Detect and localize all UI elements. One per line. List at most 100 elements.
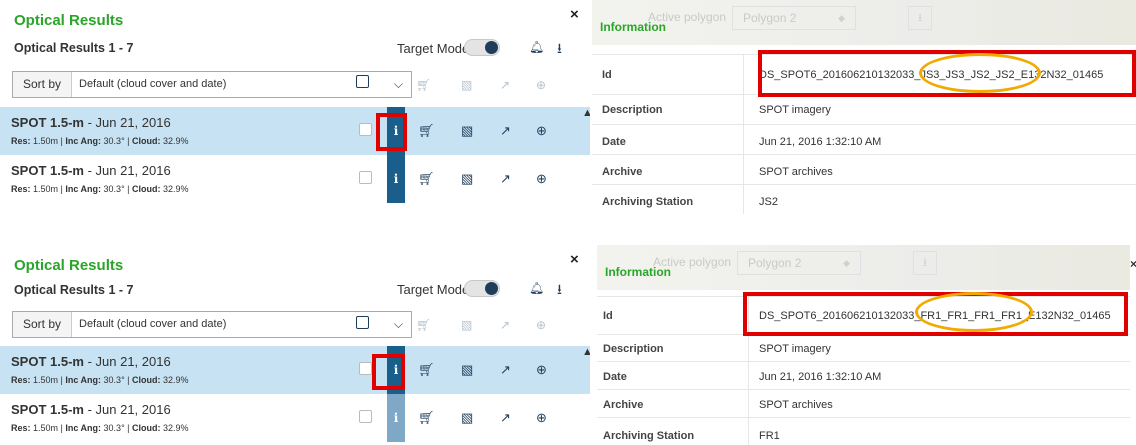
result-title: SPOT 1.5-m - Jun 21, 2016 (11, 163, 171, 178)
pin-icon[interactable]: ↗ (500, 410, 511, 426)
export-icon[interactable]: ⭳ (557, 279, 562, 303)
result-title: SPOT 1.5-m - Jun 21, 2016 (11, 115, 171, 130)
result-meta: Res: 1.50m | Inc Ang: 30.3° | Cloud: 32.… (11, 423, 189, 433)
image-icon[interactable]: ▧ (461, 123, 473, 139)
info-icon[interactable]: i (387, 155, 405, 203)
result-row[interactable]: SPOT 1.5-m - Jun 21, 2016 Res: 1.50m | I… (0, 155, 590, 203)
select-all-checkbox[interactable] (356, 316, 369, 329)
info-key: Description (603, 343, 664, 355)
target-mode-toggle[interactable] (464, 39, 500, 56)
info-value: JS2 (759, 196, 778, 208)
highlight-box (376, 113, 407, 151)
row-checkbox[interactable] (359, 410, 372, 423)
highlight-box (372, 354, 405, 390)
info-value: SPOT imagery (759, 104, 831, 116)
information-panel: Active polygon Polygon 2 ◆ ⭳ Information … (592, 0, 1136, 214)
close-icon[interactable]: × (570, 6, 579, 23)
close-icon[interactable]: × (1130, 257, 1136, 271)
target-mode-toggle[interactable] (464, 280, 500, 297)
info-value: SPOT archives (759, 399, 833, 411)
image-icon[interactable]: ▧ (461, 171, 473, 187)
pin-icon[interactable]: ↗ (500, 78, 510, 92)
target-icon[interactable]: ⊕ (536, 318, 546, 332)
toggle-knob (485, 41, 498, 54)
image-icon[interactable]: ▧ (461, 362, 473, 378)
result-row[interactable]: SPOT 1.5-m - Jun 21, 2016 Res: 1.50m | I… (0, 107, 590, 155)
sort-label: Sort by (13, 312, 72, 337)
target-icon[interactable]: ⊕ (536, 78, 546, 92)
info-icon[interactable]: i (387, 394, 405, 442)
image-icon[interactable]: ▧ (461, 410, 473, 426)
result-title: SPOT 1.5-m - Jun 21, 2016 (11, 354, 171, 369)
cart-icon[interactable]: 🛒︎ (416, 78, 431, 92)
info-value: FR1 (759, 430, 780, 442)
toggle-knob (485, 282, 498, 295)
screenshot-bottom: Optical Results × Optical Results 1 - 7 … (0, 245, 1136, 445)
info-row-description: Description SPOT imagery (597, 334, 1130, 362)
target-icon[interactable]: ⊕ (536, 410, 547, 426)
export-icon[interactable]: ⭳ (913, 251, 937, 275)
result-meta: Res: 1.50m | Inc Ang: 30.3° | Cloud: 32.… (11, 375, 189, 385)
row-checkbox[interactable] (359, 171, 372, 184)
pin-icon[interactable]: ↗ (500, 171, 511, 187)
result-meta: Res: 1.50m | Inc Ang: 30.3° | Cloud: 32.… (11, 184, 189, 194)
bell-icon[interactable]: 🔔︎ (529, 40, 544, 54)
select-all-checkbox[interactable] (356, 75, 369, 88)
results-count: Optical Results 1 - 7 (14, 283, 134, 297)
chevron-down-icon: ◆ (838, 13, 845, 23)
polygon-select[interactable]: Polygon 2 ◆ (737, 251, 861, 275)
results-panel: Optical Results × Optical Results 1 - 7 … (0, 245, 590, 445)
info-key: Id (602, 69, 612, 81)
info-key: Date (602, 136, 626, 148)
pin-icon[interactable]: ↗ (500, 362, 511, 378)
target-mode-label: Target Mode (397, 41, 470, 56)
info-key: Archiving Station (603, 430, 695, 442)
result-meta: Res: 1.50m | Inc Ang: 30.3° | Cloud: 32.… (11, 136, 189, 146)
cart-icon[interactable]: 🛒︎ (418, 362, 435, 378)
information-heading: Information (600, 20, 666, 34)
highlight-ellipse (919, 53, 1041, 93)
image-icon[interactable]: ▧ (461, 318, 472, 332)
target-icon[interactable]: ⊕ (536, 171, 547, 187)
pin-icon[interactable]: ↗ (500, 318, 510, 332)
info-key: Date (603, 371, 627, 383)
info-key: Description (602, 104, 663, 116)
results-count: Optical Results 1 - 7 (14, 41, 134, 55)
chevron-up-icon[interactable]: ▲ (582, 107, 590, 119)
close-icon[interactable]: × (570, 251, 579, 268)
chevron-up-icon[interactable]: ▲ (582, 346, 590, 358)
pin-icon[interactable]: ↗ (500, 123, 511, 139)
row-checkbox[interactable] (359, 362, 372, 375)
info-row-date: Date Jun 21, 2016 1:32:10 AM (592, 124, 1136, 155)
info-key: Archive (603, 399, 644, 411)
results-title: Optical Results (14, 257, 124, 274)
cart-icon[interactable]: 🛒︎ (418, 410, 435, 426)
export-icon[interactable]: ⭳ (908, 6, 932, 30)
cart-icon[interactable]: 🛒︎ (416, 318, 431, 332)
row-checkbox[interactable] (359, 123, 372, 136)
target-icon[interactable]: ⊕ (536, 362, 547, 378)
screenshot-top: Optical Results × Optical Results 1 - 7 … (0, 0, 1136, 214)
result-row[interactable]: SPOT 1.5-m - Jun 21, 2016 Res: 1.50m | I… (0, 346, 590, 394)
cart-icon[interactable]: 🛒︎ (418, 171, 435, 187)
image-icon[interactable]: ▧ (461, 78, 472, 92)
target-mode-label: Target Mode (397, 282, 470, 297)
export-icon[interactable]: ⭳ (557, 38, 562, 62)
information-panel: Active polygon Polygon 2 ◆ ⭳ Information … (597, 245, 1130, 445)
cart-icon[interactable]: 🛒︎ (418, 123, 435, 139)
polygon-select[interactable]: Polygon 2 ◆ (732, 6, 856, 30)
sort-select[interactable]: Sort by Default (cloud cover and date) ⌵ (12, 311, 412, 338)
sort-select[interactable]: Sort by Default (cloud cover and date) ⌵ (12, 71, 412, 98)
info-row-description: Description SPOT imagery (592, 94, 1136, 125)
target-icon[interactable]: ⊕ (536, 123, 547, 139)
info-key: Id (603, 310, 613, 322)
results-panel: Optical Results × Optical Results 1 - 7 … (0, 0, 590, 214)
info-key: Archiving Station (602, 196, 694, 208)
result-row[interactable]: SPOT 1.5-m - Jun 21, 2016 Res: 1.50m | I… (0, 394, 590, 442)
sort-value: Default (cloud cover and date) (79, 318, 227, 330)
bell-icon[interactable]: 🔔︎ (529, 281, 544, 295)
results-title: Optical Results (14, 12, 124, 29)
info-row-station: Archiving Station FR1 (597, 417, 1130, 445)
info-key: Archive (602, 166, 643, 178)
info-value: SPOT imagery (759, 343, 831, 355)
